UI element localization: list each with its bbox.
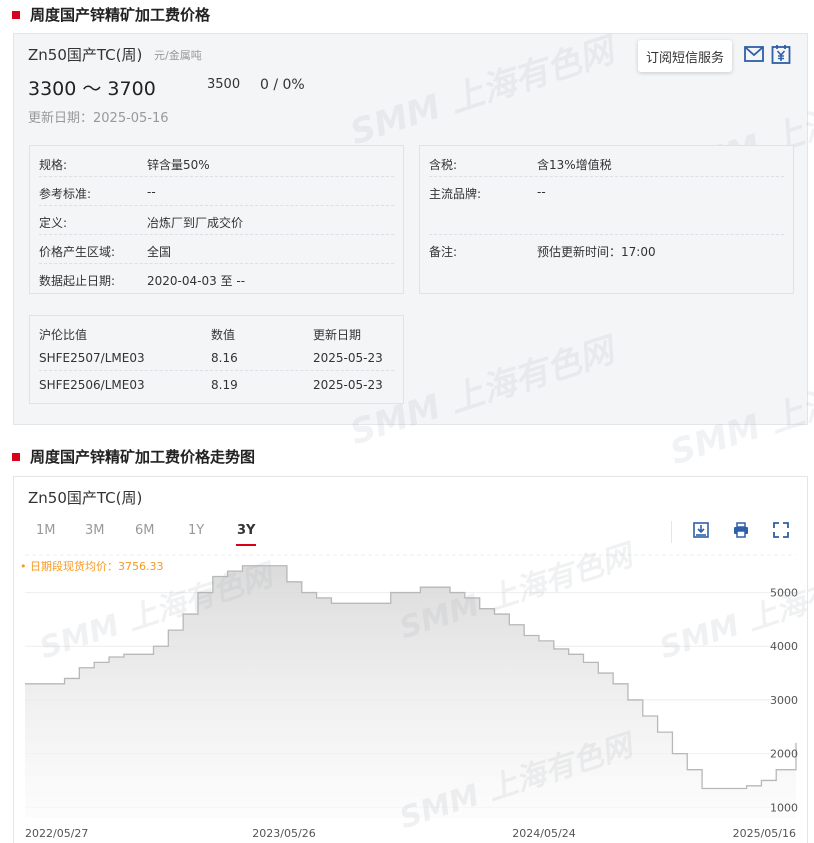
price-range: 3300 ～ 3700: [28, 78, 156, 100]
y-tick-label: 1000: [770, 801, 798, 814]
y-tick-label: 3000: [770, 694, 798, 707]
x-tick-label: 2022/05/27: [25, 827, 88, 840]
spec-row: 定义: 冶炼厂到厂成交价: [39, 206, 394, 235]
spec-row: 备注: 预估更新时间：17:00: [429, 245, 656, 259]
trend-chart: 1000 2000 3000 4000 5000 2022/05/27 2023/05/2…: [25, 554, 798, 840]
spec-row: 参考标准: --: [39, 177, 394, 206]
mail-icon[interactable]: [743, 43, 765, 65]
price-card: SMM 上海有色网 SMM 上海有色网 SMM 上海有色网 SMM 上海有色网 …: [13, 30, 814, 473]
y-tick-label: 4000: [770, 640, 798, 653]
y-tick-label: 2000: [770, 748, 798, 761]
section-title-price: 周度国产锌精矿加工费价格: [12, 4, 210, 25]
ratio-table-header: 沪伦比值 数值 更新日期: [39, 328, 362, 342]
watermark: SMM 上海有色网: [345, 30, 619, 154]
table-row: SHFE2506/LME03 8.19 2025-05-23: [39, 378, 383, 392]
update-date: 更新日期：2025-05-16: [28, 111, 169, 126]
watermark: SMM 上海有色网: [665, 350, 814, 474]
price-change: 0 / 0%: [260, 77, 305, 93]
subscribe-sms-button[interactable]: 订阅短信服务: [638, 40, 733, 72]
product-unit: 元/金属吨: [154, 49, 202, 62]
price-average: 3500: [207, 77, 241, 92]
table-row: SHFE2507/LME03 8.16 2025-05-23: [39, 344, 394, 371]
spec-row: 主流品牌: --: [429, 177, 784, 235]
section-title-trend: 周度国产锌精矿加工费价格走势图: [12, 446, 255, 467]
x-tick-label: 2025/05/16: [733, 827, 796, 840]
spec-row: 规格: 锌含量50%: [39, 148, 394, 177]
spec-box-left: 规格: 锌含量50% 参考标准: -- 定义: 冶炼厂到厂成交价 价格产生区域: 全国 …: [29, 145, 404, 294]
x-tick-label: 2023/05/26: [252, 827, 315, 840]
product-name: Zn50国产TC(周): [28, 46, 143, 64]
yuan-calendar-icon[interactable]: [770, 43, 792, 65]
spec-row: 含税: 含13%增值税: [429, 148, 784, 177]
section-marker: [12, 10, 20, 19]
ratio-table: 沪伦比值 数值 更新日期 SHFE2507/LME03 8.16 2025-05…: [29, 315, 404, 404]
y-tick-label: 5000: [770, 587, 798, 600]
x-tick-label: 2024/05/24: [512, 827, 575, 840]
spec-row: 价格产生区域: 全国: [39, 235, 394, 264]
spec-row: 数据起止日期: 2020-04-03 至 --: [39, 274, 246, 288]
section-marker: [12, 452, 20, 461]
trend-chart-card: Zn50国产TC(周) 1M 3M 6M 1Y 3Y • 日期段现货均价：375…: [13, 476, 814, 843]
area-fill: [25, 565, 796, 818]
spec-box-right: 含税: 含13%增值税 主流品牌: -- 备注: 预估更新时间：17:00: [419, 145, 794, 294]
